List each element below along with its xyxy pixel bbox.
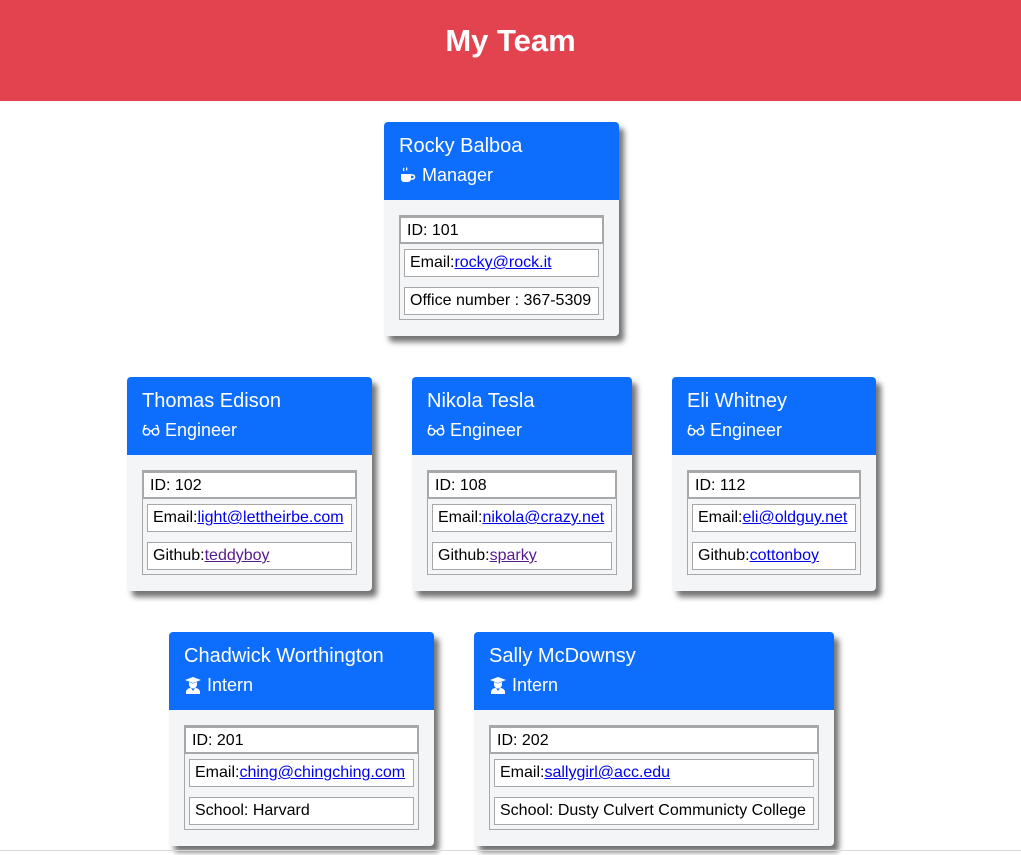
employee-name: Thomas Edison	[142, 390, 281, 412]
employee-role: Engineer	[142, 419, 357, 441]
glasses-icon	[687, 424, 705, 436]
card-header: Sally McDownsy Intern	[474, 632, 834, 710]
office-number-field: Office number : 367-5309	[404, 287, 599, 315]
id-field: ID: 101	[399, 216, 604, 244]
email-field: Email:eli@oldguy.net	[692, 504, 856, 532]
id-field: ID: 112	[687, 471, 861, 499]
email-link[interactable]: eli@oldguy.net	[742, 509, 847, 526]
info-list: ID: 102 Email:light@lettheirbe.com Githu…	[142, 470, 357, 575]
employee-name: Sally McDownsy	[489, 645, 636, 667]
info-list: ID: 112 Email:eli@oldguy.net Github:cott…	[687, 470, 861, 575]
employee-name: Eli Whitney	[687, 390, 788, 412]
engineer-card: Nikola Tesla Engineer ID: 108 Email:niko…	[412, 377, 632, 591]
email-link[interactable]: light@lettheirbe.com	[197, 509, 343, 526]
email-link[interactable]: rocky@rock.it	[454, 254, 551, 271]
employee-role: Manager	[399, 164, 604, 186]
email-field: Email:rocky@rock.it	[404, 249, 599, 277]
github-field: Github:teddyboy	[147, 542, 352, 570]
github-label: Github:	[153, 547, 205, 564]
card-body: ID: 101 Email:rocky@rock.it Office numbe…	[384, 200, 619, 320]
email-label: Email:	[500, 764, 545, 781]
employee-role-label: Manager	[422, 165, 494, 185]
graduate-icon	[185, 677, 201, 694]
email-link[interactable]: nikola@crazy.net	[482, 509, 604, 526]
card-body: ID: 102 Email:light@lettheirbe.com Githu…	[127, 455, 372, 575]
page-divider	[0, 850, 1021, 851]
email-field: Email:light@lettheirbe.com	[147, 504, 352, 532]
id-field: ID: 102	[142, 471, 357, 499]
card-body: ID: 202 Email:sallygirl@acc.edu School: …	[474, 710, 834, 830]
card-header: Thomas Edison Engineer	[127, 377, 372, 455]
employee-role-label: Engineer	[450, 420, 523, 440]
page-title: My Team	[445, 22, 576, 58]
employee-role-label: Intern	[207, 675, 254, 695]
id-field: ID: 201	[184, 726, 419, 754]
glasses-icon	[427, 424, 445, 436]
employee-role: Intern	[184, 674, 419, 696]
employee-name: Nikola Tesla	[427, 390, 535, 412]
github-label: Github:	[698, 547, 750, 564]
employee-role: Engineer	[427, 419, 617, 441]
github-label: Github:	[438, 547, 490, 564]
employee-role-label: Engineer	[710, 420, 783, 440]
github-link[interactable]: cottonboy	[750, 547, 819, 564]
intern-card: Chadwick Worthington Intern ID: 201 Emai…	[169, 632, 434, 846]
email-label: Email:	[195, 764, 240, 781]
email-label: Email:	[410, 254, 455, 271]
card-body: ID: 112 Email:eli@oldguy.net Github:cott…	[672, 455, 876, 575]
intern-card: Sally McDownsy Intern ID: 202 Email:sall…	[474, 632, 834, 846]
email-field: Email:ching@chingching.com	[189, 759, 414, 787]
email-label: Email:	[438, 509, 483, 526]
manager-card: Rocky Balboa Manager ID: 101 Email:rocky…	[384, 122, 619, 336]
employee-name: Rocky Balboa	[399, 135, 523, 157]
employee-role: Engineer	[687, 419, 861, 441]
glasses-icon	[142, 424, 160, 436]
email-field: Email:nikola@crazy.net	[432, 504, 612, 532]
engineer-card: Thomas Edison Engineer ID: 102 Email:lig…	[127, 377, 372, 591]
email-field: Email:sallygirl@acc.edu	[494, 759, 814, 787]
info-list: ID: 108 Email:nikola@crazy.net Github:sp…	[427, 470, 617, 575]
email-label: Email:	[698, 509, 743, 526]
info-list: ID: 101 Email:rocky@rock.it Office numbe…	[399, 215, 604, 320]
github-link[interactable]: sparky	[490, 547, 537, 564]
email-link[interactable]: ching@chingching.com	[239, 764, 405, 781]
school-field: School: Harvard	[189, 797, 414, 825]
school-field: School: Dusty Culvert Communicty College	[494, 797, 814, 825]
info-list: ID: 201 Email:ching@chingching.com Schoo…	[184, 725, 419, 830]
card-header: Nikola Tesla Engineer	[412, 377, 632, 455]
employee-role-label: Engineer	[165, 420, 238, 440]
email-label: Email:	[153, 509, 198, 526]
employee-name: Chadwick Worthington	[184, 645, 384, 667]
employee-role: Intern	[489, 674, 819, 696]
employee-role-label: Intern	[512, 675, 559, 695]
card-header: Chadwick Worthington Intern	[169, 632, 434, 710]
mug-icon	[401, 167, 416, 182]
github-field: Github:cottonboy	[692, 542, 856, 570]
graduate-icon	[490, 677, 506, 694]
card-header: Eli Whitney Engineer	[672, 377, 876, 455]
id-field: ID: 202	[489, 726, 819, 754]
engineer-card: Eli Whitney Engineer ID: 112 Email:eli@o…	[672, 377, 876, 591]
github-link[interactable]: teddyboy	[205, 547, 270, 564]
info-list: ID: 202 Email:sallygirl@acc.edu School: …	[489, 725, 819, 830]
github-field: Github:sparky	[432, 542, 612, 570]
card-body: ID: 201 Email:ching@chingching.com Schoo…	[169, 710, 434, 830]
email-link[interactable]: sallygirl@acc.edu	[544, 764, 670, 781]
page-header: My Team	[0, 0, 1021, 101]
id-field: ID: 108	[427, 471, 617, 499]
card-header: Rocky Balboa Manager	[384, 122, 619, 200]
card-body: ID: 108 Email:nikola@crazy.net Github:sp…	[412, 455, 632, 575]
